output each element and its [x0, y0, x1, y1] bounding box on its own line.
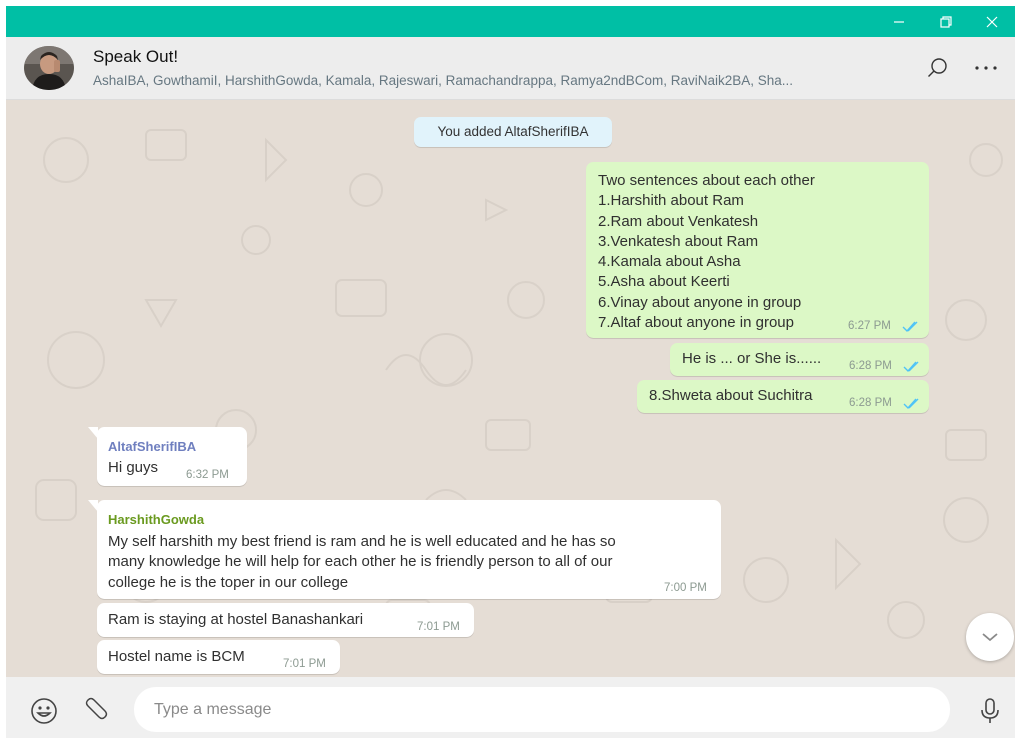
title-bar	[6, 6, 1015, 37]
message-sender[interactable]: HarshithGowda	[108, 512, 204, 527]
menu-button[interactable]	[971, 53, 1001, 83]
message-text: Ram is staying at hostel Banashankari	[108, 611, 364, 628]
message-text: Two sentences about each other 1.Harshit…	[598, 171, 898, 333]
message-time: 7:01 PM	[417, 621, 460, 633]
message-text: 8.Shweta about Suchitra	[649, 387, 813, 404]
read-receipt-icon	[903, 398, 919, 410]
message-text: My self harshith my best friend is ram a…	[108, 532, 713, 593]
message-line: 5.Asha about Keerti	[598, 273, 730, 291]
message-line: 2.Ram about Venkatesh	[598, 212, 759, 230]
chat-messages-area[interactable]: You added AltafSherifIBA Two sentences a…	[6, 100, 1015, 677]
message-line: 6.Vinay about anyone in group	[598, 293, 802, 311]
incoming-message[interactable]: AltafSherifIBA Hi guys 6:32 PM	[97, 427, 247, 486]
message-time: 6:28 PM	[849, 397, 892, 409]
message-time: 7:01 PM	[283, 658, 326, 670]
search-icon	[928, 58, 947, 77]
voice-record-button[interactable]	[976, 695, 1004, 727]
attach-button[interactable]	[80, 695, 112, 727]
attach-icon	[85, 697, 108, 720]
compose-bar	[6, 677, 1015, 738]
message-time: 6:28 PM	[849, 360, 892, 372]
message-line: 1.Harshith about Ram	[598, 192, 744, 210]
restore-button[interactable]	[923, 6, 969, 37]
chat-members-list: AshaIBA, GowthamiI, HarshithGowda, Kamal…	[93, 73, 794, 88]
message-text: He is ... or She is......	[682, 350, 822, 367]
system-message: You added AltafSherifIBA	[414, 117, 612, 147]
mic-icon	[981, 698, 999, 723]
message-sender[interactable]: AltafSherifIBA	[108, 439, 196, 454]
incoming-message[interactable]: HarshithGowda My self harshith my best f…	[97, 500, 721, 599]
message-time: 7:00 PM	[664, 582, 707, 594]
message-line: 3.Venkatesh about Ram	[598, 232, 759, 250]
read-receipt-icon	[902, 321, 918, 333]
outgoing-message[interactable]: 8.Shweta about Suchitra 6:28 PM	[637, 380, 929, 413]
incoming-message[interactable]: Hostel name is BCM 7:01 PM	[97, 640, 340, 674]
restore-icon	[940, 15, 952, 28]
chat-header[interactable]: Speak Out! AshaIBA, GowthamiI, HarshithG…	[6, 37, 1015, 100]
group-avatar[interactable]	[24, 46, 74, 90]
minimize-button[interactable]	[876, 6, 922, 37]
emoji-icon	[31, 698, 57, 724]
message-text: Hostel name is BCM	[108, 648, 245, 665]
message-line: 4.Kamala about Asha	[598, 253, 741, 271]
scroll-down-button[interactable]	[966, 613, 1014, 661]
close-icon	[986, 16, 998, 27]
message-time: 6:32 PM	[186, 469, 229, 481]
menu-icon	[975, 66, 997, 70]
incoming-message[interactable]: Ram is staying at hostel Banashankari 7:…	[97, 603, 474, 637]
read-receipt-icon	[903, 361, 919, 373]
chat-title: Speak Out!	[93, 47, 179, 66]
outgoing-message[interactable]: He is ... or She is...... 6:28 PM	[670, 343, 929, 376]
message-time: 6:27 PM	[848, 320, 891, 332]
minimize-icon	[894, 20, 904, 23]
message-line: college he is the toper in our college	[108, 573, 349, 591]
chevron-down-icon	[982, 633, 998, 642]
close-button[interactable]	[969, 6, 1015, 37]
message-line: Two sentences about each other	[598, 172, 815, 189]
message-line: many knowledge he will help for each oth…	[108, 553, 613, 571]
outgoing-message[interactable]: Two sentences about each other 1.Harshit…	[586, 162, 929, 338]
message-input[interactable]	[134, 687, 950, 732]
search-button[interactable]	[923, 53, 953, 83]
message-text: Hi guys	[108, 459, 159, 476]
message-line: My self harshith my best friend is ram a…	[108, 533, 616, 550]
emoji-button[interactable]	[28, 695, 60, 727]
